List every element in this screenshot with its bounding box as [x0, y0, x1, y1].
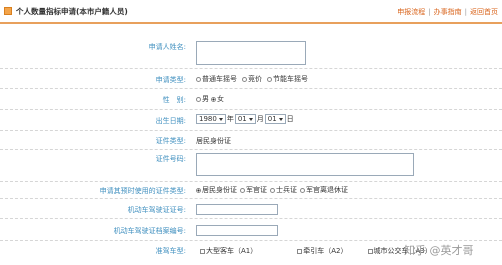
title-icon: [4, 7, 12, 15]
chevron-down-icon: [218, 117, 223, 121]
birth-date-fields: 1980 年 01 月 01 日: [196, 114, 295, 124]
id-number-input[interactable]: [196, 153, 414, 176]
checkbox-icon: [200, 248, 205, 254]
year-unit: 年: [226, 115, 234, 123]
applicant-name-input[interactable]: [196, 41, 306, 65]
link-home[interactable]: 返回首页: [470, 8, 498, 16]
radio-icon: [196, 76, 201, 82]
apply-type-label: 申请类型:: [155, 76, 186, 84]
prev-id-soldier[interactable]: 士兵证: [270, 185, 297, 195]
chevron-down-icon: [278, 117, 283, 121]
radio-icon: [270, 187, 275, 193]
prev-id-officer[interactable]: 军官证: [240, 185, 267, 195]
prev-id-type-options: 居民身份证 军官证 士兵证 军官离退休证: [196, 185, 353, 195]
link-separator: |: [464, 8, 467, 16]
row-id-number: 证件号码:: [0, 150, 502, 182]
row-prev-id-type: 申请其预时使用的证件类型: 居民身份证 军官证 士兵证 军官离退休证: [0, 182, 502, 199]
checkbox-icon: [297, 248, 303, 254]
radio-icon: [300, 187, 305, 193]
vehicle-types-label: 准驾车型:: [155, 247, 186, 255]
header-links: 申报流程 | 办事指南 | 返回首页: [397, 7, 498, 17]
apply-type-eco[interactable]: 节能车摇号: [267, 74, 308, 84]
radio-selected-icon: [196, 187, 201, 193]
id-type-label: 证件类型:: [155, 137, 186, 145]
license-file-number-label: 机动车驾驶证档案编号:: [113, 227, 186, 235]
watermark: 知乎 @英才哥: [404, 244, 474, 257]
row-gender: 性 别: 男女: [0, 89, 502, 110]
page-header: 个人数量指标申请(本市户籍人员) 申报流程 | 办事指南 | 返回首页: [0, 0, 502, 24]
day-unit: 日: [286, 115, 294, 123]
prev-id-retired-officer[interactable]: 军官离退休证: [300, 185, 348, 195]
id-type-value: 居民身份证: [196, 137, 231, 145]
row-license-number: 机动车驾驶证证号:: [0, 199, 502, 219]
radio-icon: [242, 76, 247, 82]
month-unit: 月: [256, 115, 264, 123]
radio-selected-icon: [211, 96, 216, 102]
radio-icon: [196, 96, 201, 102]
license-number-label: 机动车驾驶证证号:: [127, 206, 186, 214]
row-apply-type: 申请类型: 普通车摇号 竞价 节能车摇号: [0, 69, 502, 89]
gender-male[interactable]: 男: [196, 94, 209, 104]
row-birth-date: 出生日期: 1980 年 01 月 01 日: [0, 110, 502, 131]
birth-date-label: 出生日期:: [155, 117, 186, 125]
checkbox-icon: [367, 248, 373, 254]
row-applicant-name: 申请人姓名:: [0, 27, 502, 69]
gender-label: 性 别:: [162, 96, 186, 104]
apply-type-options: 普通车摇号 竞价 节能车摇号: [196, 74, 313, 84]
applicant-name-label: 申请人姓名:: [148, 43, 186, 51]
vehicle-type-a2[interactable]: 牵引车（A2）: [297, 246, 348, 256]
vehicle-type-a1[interactable]: 大型客车（A1）: [200, 246, 257, 256]
prev-id-resident[interactable]: 居民身份证: [196, 185, 237, 195]
row-license-file-number: 机动车驾驶证档案编号:: [0, 219, 502, 241]
birth-day-select[interactable]: 01: [264, 114, 286, 124]
id-number-label: 证件号码:: [155, 155, 186, 163]
row-id-type: 证件类型: 居民身份证: [0, 131, 502, 150]
birth-year-select[interactable]: 1980: [196, 114, 226, 124]
chevron-down-icon: [248, 117, 253, 121]
license-file-number-input[interactable]: [196, 225, 278, 236]
link-apply-process[interactable]: 申报流程: [397, 8, 425, 16]
page-title: 个人数量指标申请(本市户籍人员): [16, 7, 128, 16]
prev-id-type-label: 申请其预时使用的证件类型:: [99, 187, 186, 195]
birth-month-select[interactable]: 01: [234, 114, 256, 124]
apply-type-normal[interactable]: 普通车摇号: [196, 74, 237, 84]
gender-options: 男女: [196, 94, 229, 104]
link-separator: |: [428, 8, 431, 16]
gender-female[interactable]: 女: [211, 94, 224, 104]
vehicle-types-options: 大型客车（A1） 牵引车（A2） 城市公交车（A3）: [200, 246, 437, 256]
link-guide[interactable]: 办事指南: [434, 8, 462, 16]
license-number-input[interactable]: [196, 204, 278, 215]
radio-icon: [240, 187, 245, 193]
apply-type-bid[interactable]: 竞价: [242, 74, 262, 84]
radio-icon: [267, 76, 272, 82]
